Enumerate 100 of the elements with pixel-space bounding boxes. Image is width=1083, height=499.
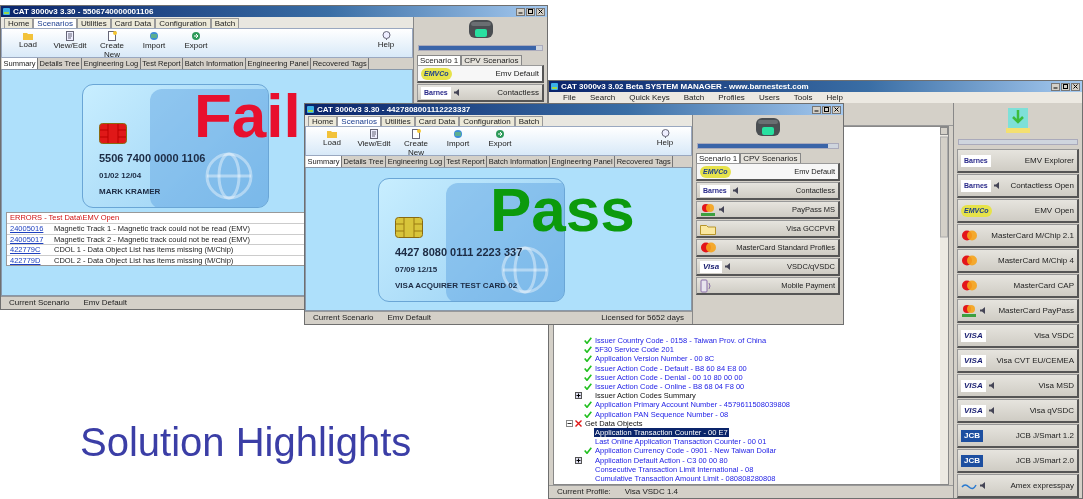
profile-button[interactable]: VISA Visa VSDC (957, 324, 1079, 348)
card-number: 4427 8080 0111 2223 337 (395, 246, 523, 258)
card-reader-icon (467, 19, 494, 41)
folder-icon (23, 31, 33, 40)
document-icon (65, 31, 75, 41)
toolbar-button[interactable]: Export (482, 129, 518, 149)
document-icon (369, 129, 379, 139)
menu-item[interactable]: Quick Keys (629, 93, 670, 102)
scrollbar[interactable] (940, 127, 948, 484)
cardholder-name: MARK KRAMER (99, 187, 161, 196)
profile-button[interactable]: MasterCard M/Chip 2.1 (957, 224, 1079, 248)
minimize-button[interactable] (1051, 82, 1060, 91)
globe-arrow-icon (191, 31, 201, 41)
profile-button[interactable]: JCB JCB J/Smart 2.0 (957, 449, 1079, 473)
card-dates: 01/02 12/04 (99, 171, 142, 180)
slide-title: Solution Highlights (80, 420, 412, 465)
profile-button[interactable]: VISA Visa CVT EU/CEMEA (957, 349, 1079, 373)
toolbar-button[interactable]: Export (178, 31, 214, 51)
brand-logo: VISA (961, 379, 986, 392)
result-text: Pass (490, 179, 635, 241)
card-number: 5506 7400 0000 1106 (99, 152, 206, 164)
toolbar-button[interactable]: Import (440, 129, 476, 149)
new-page-icon (107, 31, 117, 41)
expand-icon[interactable] (575, 456, 582, 464)
collapse-icon[interactable] (566, 419, 573, 427)
status-label: Current Scenario (313, 313, 374, 323)
circles-logo (961, 304, 977, 317)
profile-button[interactable]: VISA Visa MSD (957, 374, 1079, 398)
card-dates: 07/09 12/15 (395, 265, 438, 274)
folder-icon (327, 129, 337, 138)
circles-logo (700, 203, 716, 216)
minimize-button[interactable] (516, 7, 525, 16)
profile-button[interactable]: VISA Visa qVSDC (957, 399, 1079, 423)
profile-button[interactable]: MasterCard PayPass (957, 299, 1079, 323)
profile-button[interactable]: MasterCard M/Chip 4 (957, 249, 1079, 273)
menu-item[interactable]: Search (589, 93, 616, 102)
status-value: Emv Default (83, 298, 128, 308)
menu-item[interactable]: Tools (793, 93, 813, 102)
close-button[interactable] (832, 105, 841, 114)
window-title: CAT 3000v3 3.30 - 4427808001112223337 (317, 104, 471, 115)
status-label: Current Scenario (9, 298, 70, 308)
folder-icon (700, 222, 716, 235)
close-button[interactable] (536, 7, 545, 16)
help-button[interactable]: Help (647, 129, 683, 148)
app-icon (3, 8, 10, 15)
cardholder-name: VISA ACQUIRER TEST CARD 02 (395, 281, 518, 290)
window-title: CAT 3000v3 3.30 - 5506740000001106 (13, 6, 154, 17)
close-icon (1073, 84, 1078, 89)
status-value: Visa VSDC 1.4 (624, 487, 678, 497)
help-button[interactable]: Help (368, 31, 404, 50)
circles-logo (961, 230, 978, 241)
menu-item[interactable]: Batch (683, 93, 705, 102)
expand-icon[interactable] (575, 392, 582, 400)
brand-logo: Visa (700, 260, 723, 273)
maximize-icon (1063, 84, 1068, 89)
globe-icon (453, 129, 463, 139)
toolbar-button[interactable]: View/Edit (356, 129, 392, 149)
toolbar-button[interactable]: Load (10, 31, 46, 50)
download-tray-icon (1005, 106, 1031, 134)
status-label: Current Profile: (557, 487, 611, 497)
toolbar-button[interactable]: View/Edit (52, 31, 88, 51)
app-icon (551, 83, 558, 90)
maximize-icon (528, 9, 533, 14)
brand-logo: VISA (961, 329, 986, 342)
menu-item[interactable]: Users (758, 93, 780, 102)
brand-logo: JCB (961, 454, 983, 467)
maximize-button[interactable] (822, 105, 831, 114)
profile-button[interactable]: JCB JCB J/Smart 1.2 (957, 424, 1079, 448)
menu-item[interactable]: File (563, 93, 576, 102)
profile-button[interactable]: Amex expresspay (957, 474, 1079, 498)
wave-logo (961, 481, 977, 490)
minimize-button[interactable] (812, 105, 821, 114)
toolbar-button[interactable]: Create New (94, 31, 130, 59)
license-text: Licensed for 5652 days (601, 313, 684, 323)
maximize-button[interactable] (526, 7, 535, 16)
toolbar-button[interactable]: Create New (398, 129, 434, 157)
help-icon (660, 129, 670, 138)
maximize-icon (824, 107, 829, 112)
brand-logo: VISA (961, 404, 986, 417)
toolbar-button[interactable]: Import (136, 31, 172, 51)
help-icon (381, 31, 391, 40)
circles-logo (700, 242, 717, 253)
globe-arrow-icon (495, 129, 505, 139)
toolbar-button[interactable]: Load (314, 129, 350, 148)
profile-button[interactable]: MasterCard CAP (957, 274, 1079, 298)
maximize-button[interactable] (1061, 82, 1070, 91)
status-value: Emv Default (387, 313, 432, 323)
result-text: Fail (194, 85, 301, 147)
close-button[interactable] (1071, 82, 1080, 91)
globe-icon (149, 31, 159, 41)
menu-item[interactable]: Help (826, 93, 843, 102)
new-page-icon (411, 129, 421, 139)
card-reader-icon (755, 117, 781, 139)
window-title: CAT 3000v3 3.02 Beta SYSTEM MANAGER - www.barnestest.com (561, 81, 809, 92)
circles-logo (961, 280, 978, 291)
menu-item[interactable]: Profiles (718, 93, 745, 102)
phone-icon (700, 278, 712, 293)
app-icon (307, 106, 314, 113)
brand-logo: JCB (961, 429, 983, 442)
brand-logo: VISA (961, 354, 986, 367)
